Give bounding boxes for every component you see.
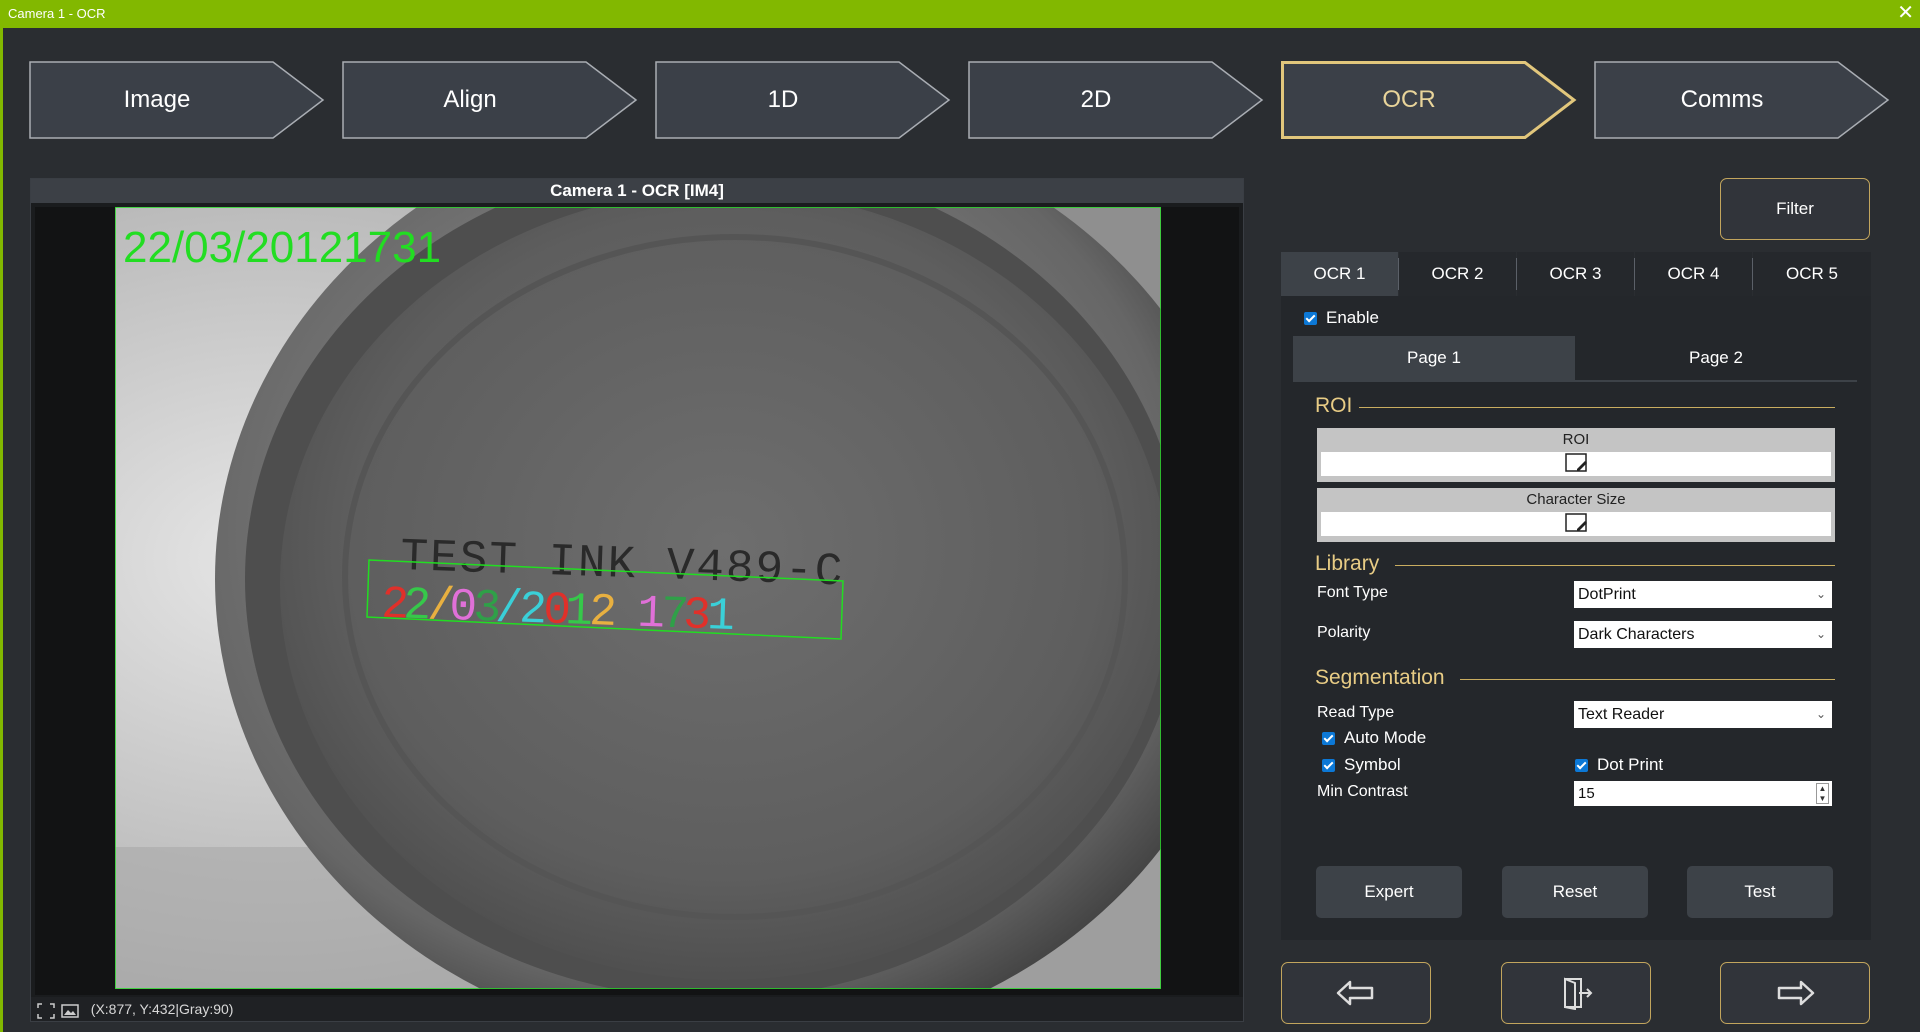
image-icon[interactable]: [61, 1002, 79, 1019]
step-2d[interactable]: 2D: [968, 61, 1264, 139]
step-comms[interactable]: Comms: [1594, 61, 1890, 139]
close-icon[interactable]: ✕: [1897, 2, 1914, 24]
step-label: Comms: [1680, 86, 1764, 113]
tab-ocr-4[interactable]: OCR 4: [1635, 252, 1753, 296]
ocr-char: 2: [588, 586, 617, 639]
step-label: 1D: [767, 86, 799, 113]
step-image[interactable]: Image: [29, 61, 325, 139]
enable-label: Enable: [1326, 308, 1379, 327]
edit-roi-icon: [1565, 453, 1587, 472]
reset-button[interactable]: Reset: [1502, 866, 1648, 918]
font-type-label: Font Type: [1317, 584, 1388, 601]
image-viewport[interactable]: 22/03/20121731 TEST INK V489-C 2 2/0 3/2 0 1…: [35, 207, 1239, 995]
character-size-editor[interactable]: Character Size: [1317, 488, 1835, 542]
previous-button[interactable]: [1281, 962, 1431, 1024]
read-type-label: Read Type: [1317, 704, 1395, 721]
step-label: Image: [123, 86, 191, 113]
filter-button[interactable]: Filter: [1720, 178, 1870, 240]
camera-image[interactable]: 22/03/20121731 TEST INK V489-C 22/03/201…: [115, 207, 1161, 989]
tab-page-2[interactable]: Page 2: [1575, 336, 1857, 380]
character-size-label: Character Size: [1526, 491, 1626, 508]
symbol-checkbox[interactable]: Symbol: [1322, 755, 1401, 775]
title-bar: Camera 1 - OCR ✕: [0, 0, 1920, 28]
polarity-label: Polarity: [1317, 624, 1371, 641]
tab-ocr-1[interactable]: OCR 1: [1281, 252, 1399, 296]
symbol-label: Symbol: [1344, 755, 1401, 774]
read-type-select[interactable]: Text Reader ⌄: [1574, 701, 1832, 728]
step-label: OCR: [1382, 86, 1436, 113]
dot-print-label: Dot Print: [1597, 755, 1664, 774]
arrow-right-icon: [1777, 980, 1815, 1006]
auto-mode-checkbox[interactable]: Auto Mode: [1322, 728, 1426, 748]
window-border: [0, 28, 3, 1032]
font-type-select[interactable]: DotPrint ⌄: [1574, 581, 1832, 608]
section-segmentation: Segmentation: [1315, 666, 1835, 690]
min-contrast-label: Min Contrast: [1317, 783, 1408, 800]
spinner-arrows-icon[interactable]: ▲ ▼: [1816, 783, 1829, 804]
next-button[interactable]: [1720, 962, 1870, 1024]
edit-character-size-icon: [1565, 513, 1587, 532]
tab-ocr-3[interactable]: OCR 3: [1517, 252, 1635, 296]
chevron-down-icon: ⌄: [1815, 587, 1826, 601]
polarity-select[interactable]: Dark Characters ⌄: [1574, 621, 1832, 648]
auto-mode-label: Auto Mode: [1344, 728, 1427, 747]
step-ocr[interactable]: OCR: [1281, 61, 1577, 139]
step-align[interactable]: Align: [342, 61, 638, 139]
chevron-down-icon: ⌄: [1815, 627, 1826, 641]
ocr-tabs: OCR 1 OCR 2 OCR 3 OCR 4 OCR 5: [1281, 252, 1871, 296]
ocr-char: 1: [706, 590, 735, 643]
exit-door-icon: [1564, 977, 1593, 1010]
image-panel-header: Camera 1 - OCR [IM4]: [31, 179, 1243, 203]
checkbox-checked-icon: [1322, 758, 1335, 772]
ocr-result-overlay: 22/03/20121731: [123, 223, 441, 272]
step-label: Align: [443, 86, 497, 113]
roi-label: ROI: [1562, 431, 1590, 448]
checkbox-checked-icon: [1304, 311, 1317, 325]
arrow-left-icon: [1336, 980, 1374, 1006]
section-library: Library: [1315, 552, 1835, 576]
exit-button[interactable]: [1501, 962, 1651, 1024]
checkbox-checked-icon: [1322, 731, 1335, 745]
expert-button[interactable]: Expert: [1316, 866, 1462, 918]
checkbox-checked-icon: [1575, 758, 1588, 772]
min-contrast-input[interactable]: 15 ▲ ▼: [1574, 781, 1832, 806]
tab-ocr-2[interactable]: OCR 2: [1399, 252, 1517, 296]
pixel-readout: (X:877, Y:432|Gray:90): [90, 1001, 234, 1017]
enable-checkbox[interactable]: Enable: [1304, 308, 1379, 328]
image-panel: Camera 1 - OCR [IM4] 22/03/20121731 TEST…: [30, 178, 1244, 1022]
dot-print-checkbox[interactable]: Dot Print: [1575, 755, 1663, 775]
tab-ocr-5[interactable]: OCR 5: [1753, 252, 1871, 296]
chevron-down-icon: ⌄: [1815, 707, 1826, 721]
step-1d[interactable]: 1D: [655, 61, 951, 139]
tab-underline: [1293, 380, 1857, 382]
tab-page-1[interactable]: Page 1: [1293, 336, 1575, 380]
ocr-settings-panel: Enable Page 1 Page 2 ROI ROI Character S…: [1281, 296, 1871, 940]
section-roi: ROI: [1315, 394, 1835, 418]
step-label: 2D: [1080, 86, 1112, 113]
test-button[interactable]: Test: [1687, 866, 1833, 918]
fit-view-icon[interactable]: [37, 1002, 55, 1020]
page-tabs: Page 1 Page 2: [1293, 336, 1857, 382]
window-title: Camera 1 - OCR: [8, 6, 106, 21]
roi-editor[interactable]: ROI: [1317, 428, 1835, 482]
status-bar: (X:877, Y:432|Gray:90): [31, 997, 1243, 1021]
